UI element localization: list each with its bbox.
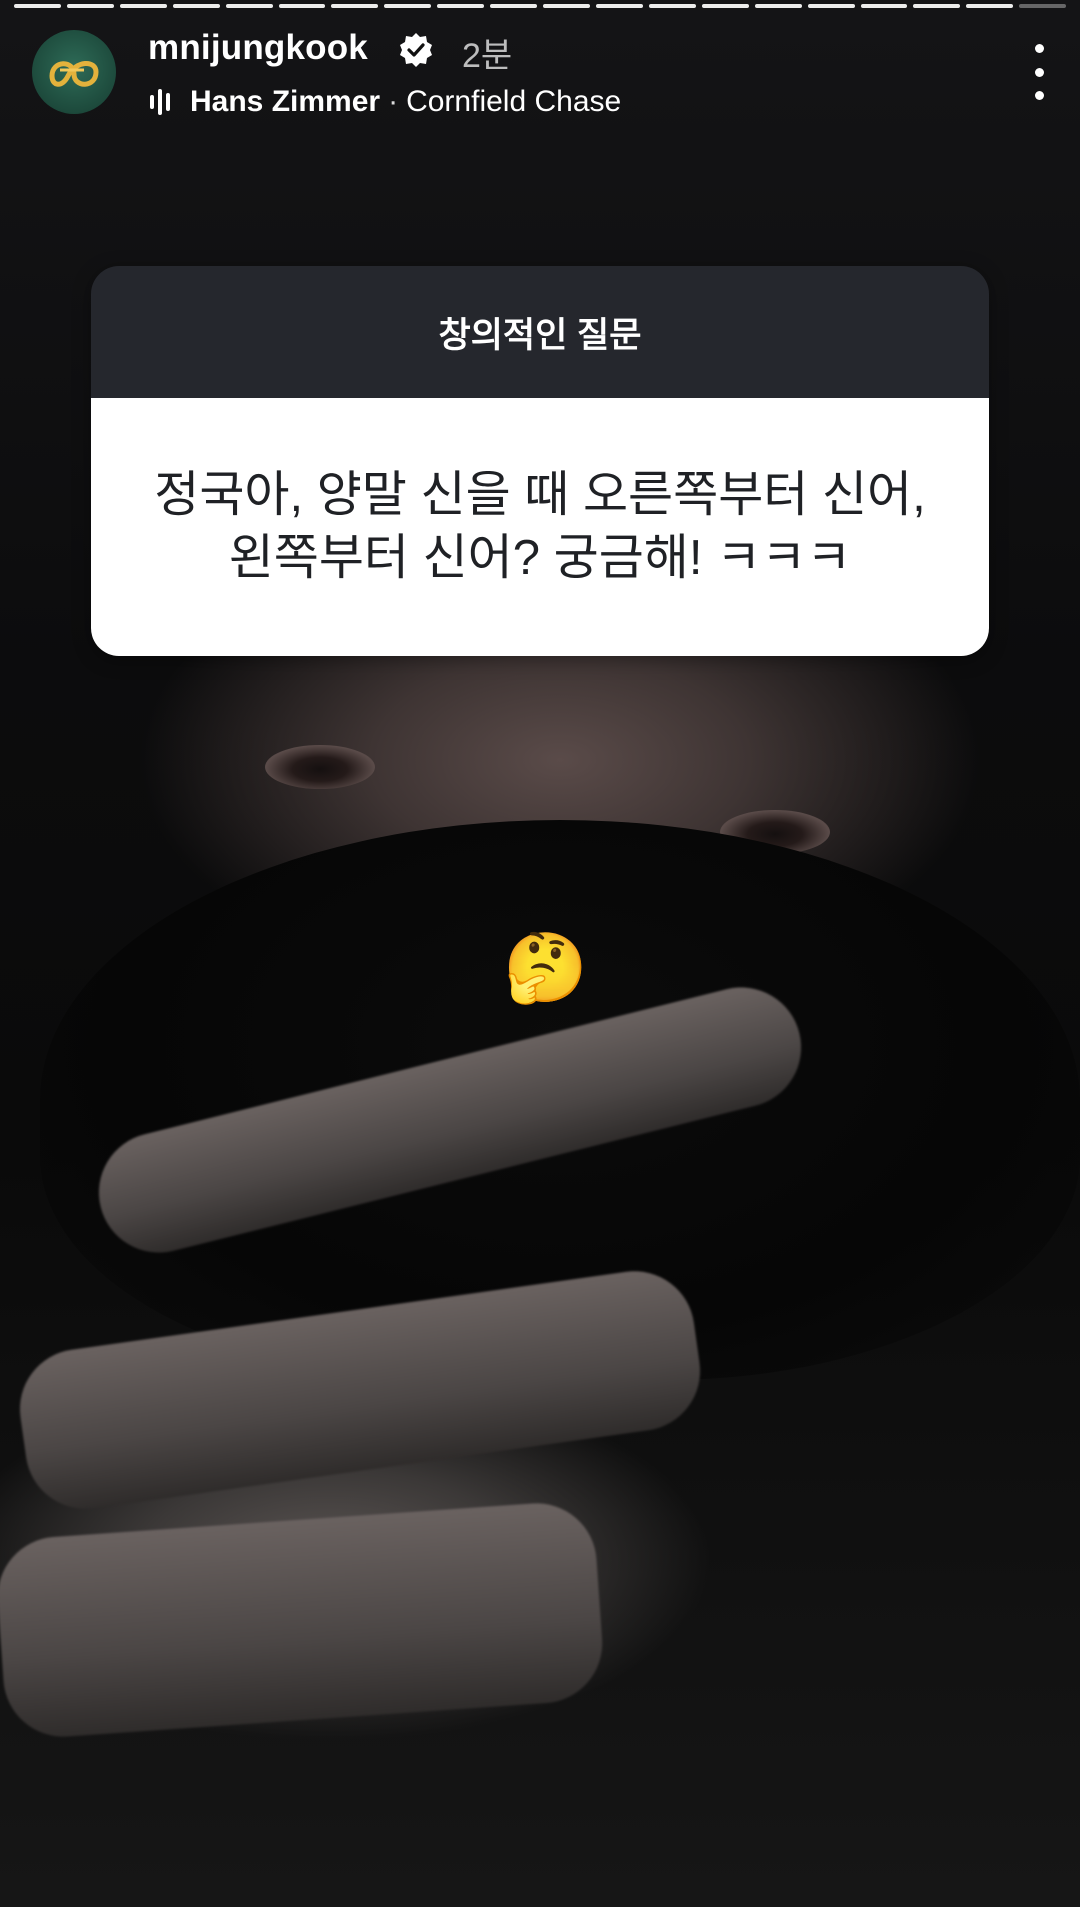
progress-segment [490,4,538,8]
progress-segment [807,4,855,8]
question-sticker[interactable]: 창의적인 질문 정국아, 양말 신을 때 오른쪽부터 신어, 왼쪽부터 신어? … [91,266,989,656]
progress-segment [860,4,908,8]
more-options-button[interactable] [1024,44,1054,100]
avatar-logo-icon [49,61,99,87]
progress-segment [225,4,273,8]
progress-segment [913,4,961,8]
question-text-line: 왼쪽부터 신어? 궁금해! ㅋㅋㅋ [228,531,852,585]
post-time: 2분 [462,37,513,75]
progress-segment [384,4,432,8]
story-viewer[interactable]: mnijungkook 2분 Hans Zimmer · Cornfield C… [0,0,1080,1907]
thinking-face-emoji-sticker: 🤔 [503,930,588,1006]
progress-segment [701,4,749,8]
progress-segment [1019,4,1067,8]
verified-badge-icon [400,33,432,67]
progress-segment [648,4,696,8]
music-track: Cornfield Chase [406,85,622,118]
username[interactable]: mnijungkook [148,28,368,68]
progress-segment [14,4,61,8]
progress-segment [437,4,485,8]
progress-segment [278,4,326,8]
music-attribution[interactable]: Hans Zimmer · Cornfield Chase [150,82,621,122]
equalizer-icon [150,88,176,116]
progress-segment [66,4,114,8]
progress-segment [543,4,590,8]
progress-segment [966,4,1014,8]
music-separator: · [388,85,399,118]
photo-finger [0,1499,607,1741]
progress-segment [119,4,167,8]
story-progress-bar [14,4,1067,8]
avatar[interactable] [32,30,116,114]
progress-segment [172,4,220,8]
more-vertical-icon [1034,44,1044,53]
progress-segment [754,4,802,8]
photo-eye-left [265,745,375,789]
progress-segment [595,4,643,8]
question-sticker-body: 정국아, 양말 신을 때 오른쪽부터 신어, 왼쪽부터 신어? 궁금해! ㅋㅋㅋ [91,398,989,656]
music-artist: Hans Zimmer [190,85,381,118]
story-header: mnijungkook 2분 Hans Zimmer · Cornfield C… [0,24,1080,124]
question-sticker-title: 창의적인 질문 [91,266,989,398]
question-text-line: 정국아, 양말 신을 때 오른쪽부터 신어, [154,468,926,522]
progress-segment [331,4,379,8]
